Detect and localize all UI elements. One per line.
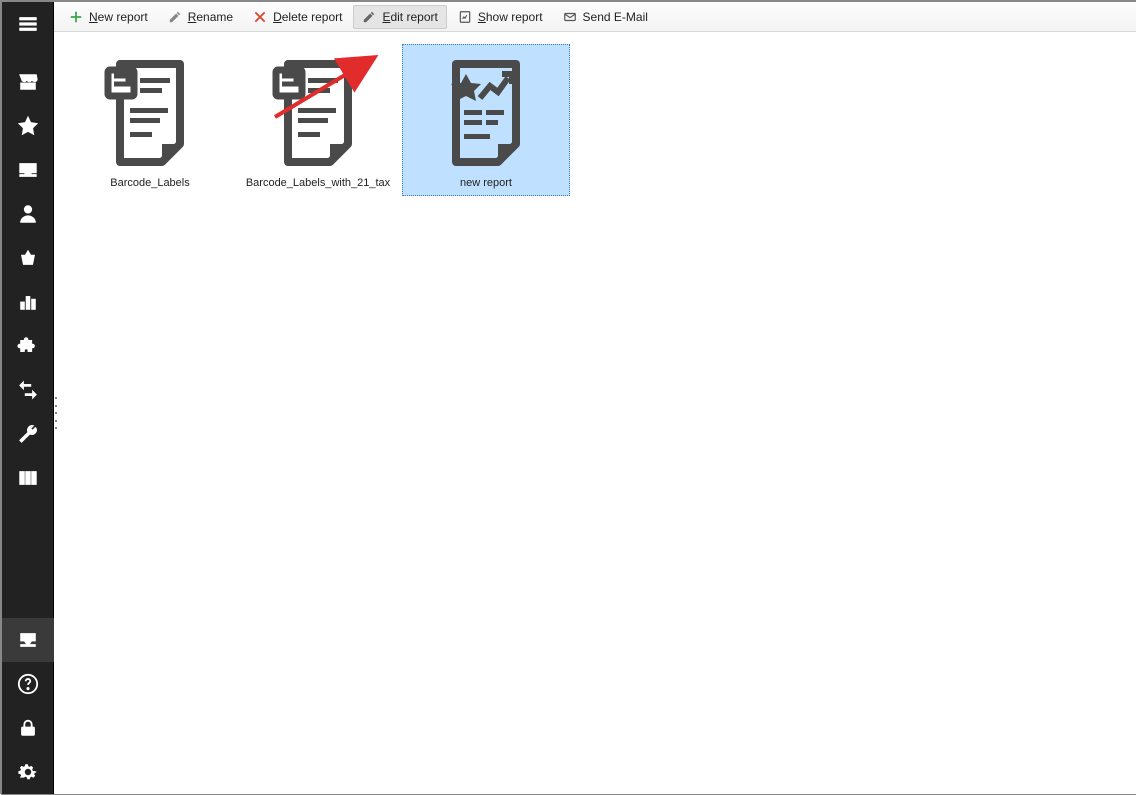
lock-icon [17,717,39,739]
show-report-label: how report [486,10,543,24]
sidebar-layout[interactable] [2,456,54,500]
wrench-icon [17,423,39,445]
plus-icon [69,10,83,24]
sidebar-settings[interactable] [2,750,54,794]
report-item-selected[interactable]: new report [402,44,570,196]
sidebar-customers[interactable] [2,192,54,236]
sidebar-store[interactable] [2,60,54,104]
show-report-icon [458,10,472,24]
rename-button[interactable]: Rename [159,5,242,29]
send-email-button[interactable]: Send E-Mail [554,5,657,29]
delete-report-label: elete report [282,10,343,24]
pencil-icon [362,10,376,24]
new-report-label: ew report [98,10,148,24]
toolbar: New report Rename Delete report Edit rep… [54,2,1136,32]
store-icon [17,71,39,93]
sidebar-basket[interactable] [2,236,54,280]
report-doc-icon [268,56,368,166]
basket-icon [17,247,39,269]
person-icon [17,203,39,225]
sidebar-lock[interactable] [2,706,54,750]
sidebar-transfer[interactable] [2,368,54,412]
inbox-icon [17,159,39,181]
star-icon [17,115,39,137]
report-list: Barcode_Labels Barcode_Labels_with_21_ta… [54,32,1136,794]
sidebar-inbox[interactable] [2,148,54,192]
sidebar-tools[interactable] [2,412,54,456]
pencil-icon [168,10,182,24]
mail-icon [563,10,577,24]
help-icon [17,673,39,695]
puzzle-icon [17,335,39,357]
rename-label: ename [196,10,233,24]
main-panel: New report Rename Delete report Edit rep… [54,2,1136,794]
report-chart-icon [436,56,536,166]
new-report-button[interactable]: New report [60,5,157,29]
chart-icon [17,291,39,313]
sidebar [2,2,54,794]
report-item-label: Barcode_Labels_with_21_tax [246,177,390,189]
report-item[interactable]: Barcode_Labels [66,44,234,196]
edit-report-label: dit report [390,10,437,24]
report-item[interactable]: Barcode_Labels_with_21_tax [234,44,402,196]
sidebar-plugins[interactable] [2,324,54,368]
sidebar-reports[interactable] [2,618,54,662]
delete-report-button[interactable]: Delete report [244,5,351,29]
splitter-handle[interactable] [54,393,58,433]
send-email-label: Send E-Mail [583,10,648,24]
x-icon [253,10,267,24]
app-root: New report Rename Delete report Edit rep… [2,2,1136,794]
columns-icon [17,467,39,489]
menu-button[interactable] [2,2,54,46]
edit-report-button[interactable]: Edit report [353,5,446,29]
sidebar-help[interactable] [2,662,54,706]
menu-icon [17,13,39,35]
gear-icon [17,761,39,783]
show-report-button[interactable]: Show report [449,5,552,29]
sidebar-statistics[interactable] [2,280,54,324]
report-doc-icon [100,56,200,166]
report-item-label: Barcode_Labels [110,177,190,189]
report-item-label: new report [460,177,512,189]
reports-icon [17,629,39,651]
sidebar-favorites[interactable] [2,104,54,148]
transfer-icon [17,379,39,401]
